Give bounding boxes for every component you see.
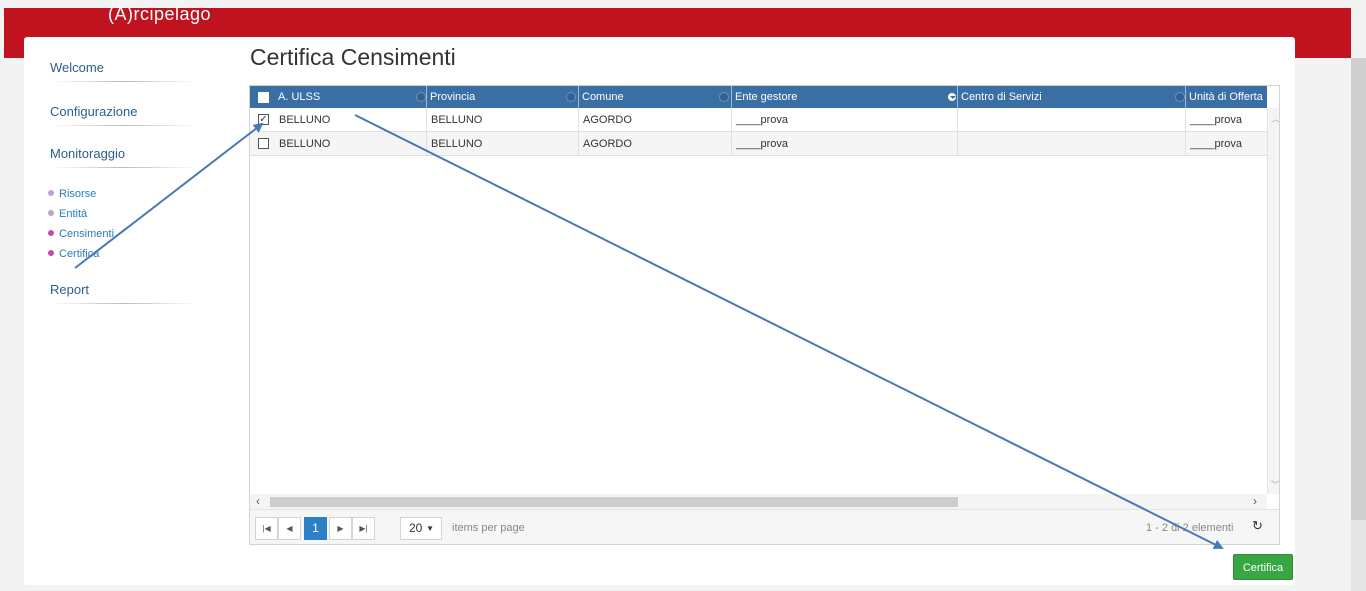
cell-provincia: BELLUNO [427,132,579,156]
select-all-checkbox[interactable] [258,92,269,103]
sidebar: Welcome Configurazione Monitoraggio Riso… [38,48,228,310]
filter-icon[interactable] [719,92,729,102]
grid-vertical-scrollbar[interactable]: ︿ ﹀ [1267,108,1279,494]
table-row[interactable]: ✓ BELLUNO BELLUNO AGORDO ____prova ____p… [250,108,1267,132]
page-number-button[interactable]: 1 [304,517,327,540]
column-header-provincia[interactable]: Provincia [427,86,579,108]
column-header-label: A. ULSS [278,91,321,103]
column-header-ulss[interactable]: A. ULSS [275,86,427,108]
column-header-label: Unità di Offerta [1189,91,1263,103]
filter-icon[interactable] [416,92,426,102]
column-header-ente-gestore[interactable]: Ente gestore [732,86,958,108]
scroll-right-icon[interactable]: › [1253,494,1257,509]
cell-provincia: BELLUNO [427,108,579,132]
cell-comune: AGORDO [579,132,732,156]
sidebar-item-report[interactable]: Report [38,270,228,310]
scroll-left-icon[interactable]: ‹ [256,494,260,509]
cell-comune: AGORDO [579,108,732,132]
cell-unita-offerta: ____prova [1190,114,1242,126]
last-page-button[interactable]: ▶| [352,517,375,540]
submenu-label: Entità [59,208,88,220]
submenu-item-censimenti[interactable]: Censimenti [48,224,228,244]
page-size-value: 20 [409,521,423,535]
submenu-label: Certifica [59,248,100,260]
sidebar-item-monitoraggio[interactable]: Monitoraggio [38,134,228,174]
bullet-icon [48,250,54,256]
submenu-label: Risorse [59,188,97,200]
sidebar-item-welcome[interactable]: Welcome [38,48,228,88]
filter-icon[interactable] [566,92,576,102]
column-header-label: Ente gestore [735,91,798,103]
column-header-label: Centro di Servizi [961,91,1042,103]
bullet-icon [48,210,54,216]
next-page-button[interactable]: ▶ [329,517,352,540]
bullet-icon [48,190,54,196]
grid-horizontal-scrollbar[interactable]: ‹ › [250,494,1267,509]
refresh-icon[interactable]: ↻ [1252,518,1263,534]
scroll-down-icon[interactable]: ﹀ [1271,478,1279,491]
page-size-select[interactable]: 20 ▼ [400,517,442,540]
prev-page-button[interactable]: ◀ [278,517,301,540]
grid-header: A. ULSS Provincia Comune Ente gestore Ce… [250,86,1267,108]
sidebar-item-configurazione[interactable]: Configurazione [38,92,228,132]
row-checkbox[interactable]: ✓ [258,114,269,125]
cell-unita-offerta: ____prova [1190,138,1242,150]
horizontal-scroll-thumb[interactable] [270,497,958,507]
certifica-button[interactable]: Certifica [1233,554,1293,580]
submenu-item-risorse[interactable]: Risorse [48,184,228,204]
submenu-item-certifica[interactable]: Certifica [48,244,228,264]
row-checkbox[interactable] [258,138,269,149]
monitoraggio-submenu: Risorse Entità Censimenti Certifica [38,174,228,270]
grid-body: ✓ BELLUNO BELLUNO AGORDO ____prova ____p… [250,108,1267,494]
scroll-up-icon[interactable]: ︿ [1271,112,1279,125]
items-per-page-label: items per page [452,522,525,534]
pager-info: 1 - 2 di 2 elementi [1146,522,1234,534]
cell-ulss: BELLUNO [275,108,427,132]
first-page-button[interactable]: |◀ [255,517,278,540]
cell-centro-servizi [958,132,1186,156]
table-row[interactable]: BELLUNO BELLUNO AGORDO ____prova ____pro… [250,132,1267,156]
column-header-label: Provincia [430,91,476,103]
cell-ulss: BELLUNO [275,132,427,156]
column-header-centro-servizi[interactable]: Centro di Servizi [958,86,1186,108]
column-header-comune[interactable]: Comune [579,86,732,108]
cell-centro-servizi [958,108,1186,132]
data-grid: A. ULSS Provincia Comune Ente gestore Ce… [249,85,1280,545]
page-title: Certifica Censimenti [250,44,456,70]
column-header-unita-offerta[interactable]: Unità di Offerta [1186,86,1276,108]
page-scrollbar-thumb[interactable] [1351,58,1366,520]
filter-icon[interactable] [1175,92,1185,102]
page-scrollbar[interactable] [1351,58,1366,591]
chevron-down-icon: ▼ [426,524,434,533]
column-header-label: Comune [582,91,624,103]
cell-ente-gestore: ____prova [732,132,958,156]
grid-pager: |◀ ◀ 1 ▶ ▶| 20 ▼ items per page 1 - 2 di… [250,509,1279,544]
filter-icon[interactable] [947,92,957,102]
submenu-label: Censimenti [59,228,115,240]
app-logo[interactable]: (A)rcipelago [108,4,211,25]
bullet-icon [48,230,54,236]
submenu-item-entita[interactable]: Entità [48,204,228,224]
cell-ente-gestore: ____prova [732,108,958,132]
